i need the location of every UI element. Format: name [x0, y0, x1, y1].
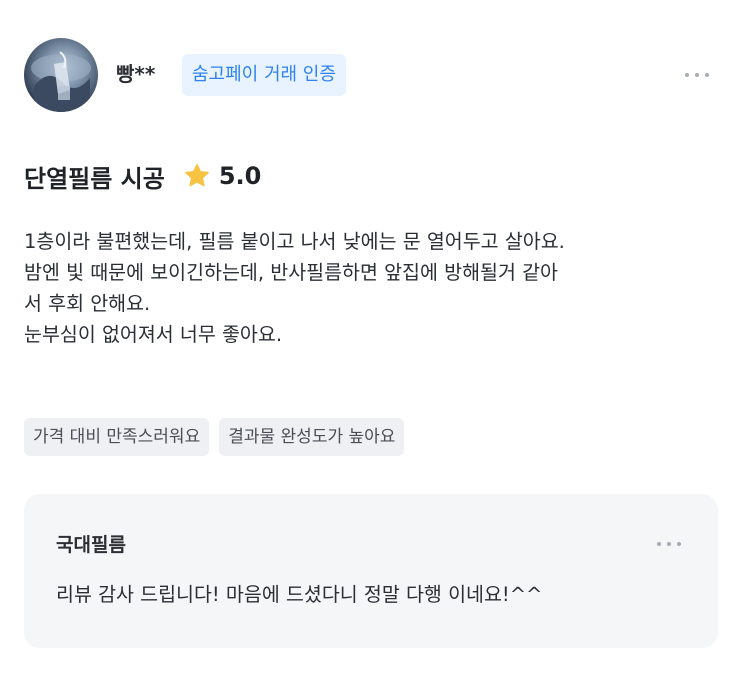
review-tags: 가격 대비 만족스러워요 결과물 완성도가 높아요 [24, 418, 405, 456]
review-line: 1층이라 불편했는데, 필름 붙이고 나서 낮에는 문 열어두고 살아요. [24, 230, 565, 253]
review-header: 빵** 숨고페이 거래 인증 [24, 38, 718, 112]
tag-chip: 가격 대비 만족스러워요 [24, 418, 210, 456]
dot-icon [677, 542, 681, 546]
review-line: 눈부심이 없어져서 너무 좋아요. [24, 323, 283, 346]
reply-more-options-button[interactable] [654, 539, 684, 549]
review-line: 서 후회 안해요. [24, 292, 151, 315]
service-rating-row: 단열필름 시공 5.0 [24, 156, 261, 196]
dot-icon [695, 73, 699, 77]
profile-photo-icon [31, 51, 91, 112]
review-line: 밤엔 빛 때문에 보이긴하는데, 반사필름하면 앞집에 방해될거 같아 [24, 261, 558, 284]
dot-icon [705, 73, 709, 77]
dot-icon [685, 73, 689, 77]
star-icon [184, 163, 209, 187]
review-card: 빵** 숨고페이 거래 인증 단열필름 시공 5.0 1층이라 불편했는데, 필… [0, 0, 742, 684]
rating-value: 5.0 [218, 162, 262, 190]
avatar[interactable] [24, 38, 98, 112]
review-body: 1층이라 불편했는데, 필름 붙이고 나서 낮에는 문 열어두고 살아요. 밤엔… [24, 226, 724, 350]
reply-author: 국대필름 [56, 534, 126, 556]
service-name: 단열필름 시공 [24, 164, 165, 193]
dot-icon [657, 542, 661, 546]
dot-icon [667, 542, 671, 546]
reply-text: 리뷰 감사 드립니다! 마음에 드셨다니 정말 다행 이네요!^^ [56, 583, 543, 606]
provider-reply: 국대필름 리뷰 감사 드립니다! 마음에 드셨다니 정말 다행 이네요!^^ [24, 494, 718, 648]
more-options-button[interactable] [682, 70, 712, 80]
tag-chip: 결과물 완성도가 높아요 [219, 418, 405, 456]
verified-badge: 숨고페이 거래 인증 [182, 54, 346, 96]
username: 빵** [116, 62, 156, 86]
